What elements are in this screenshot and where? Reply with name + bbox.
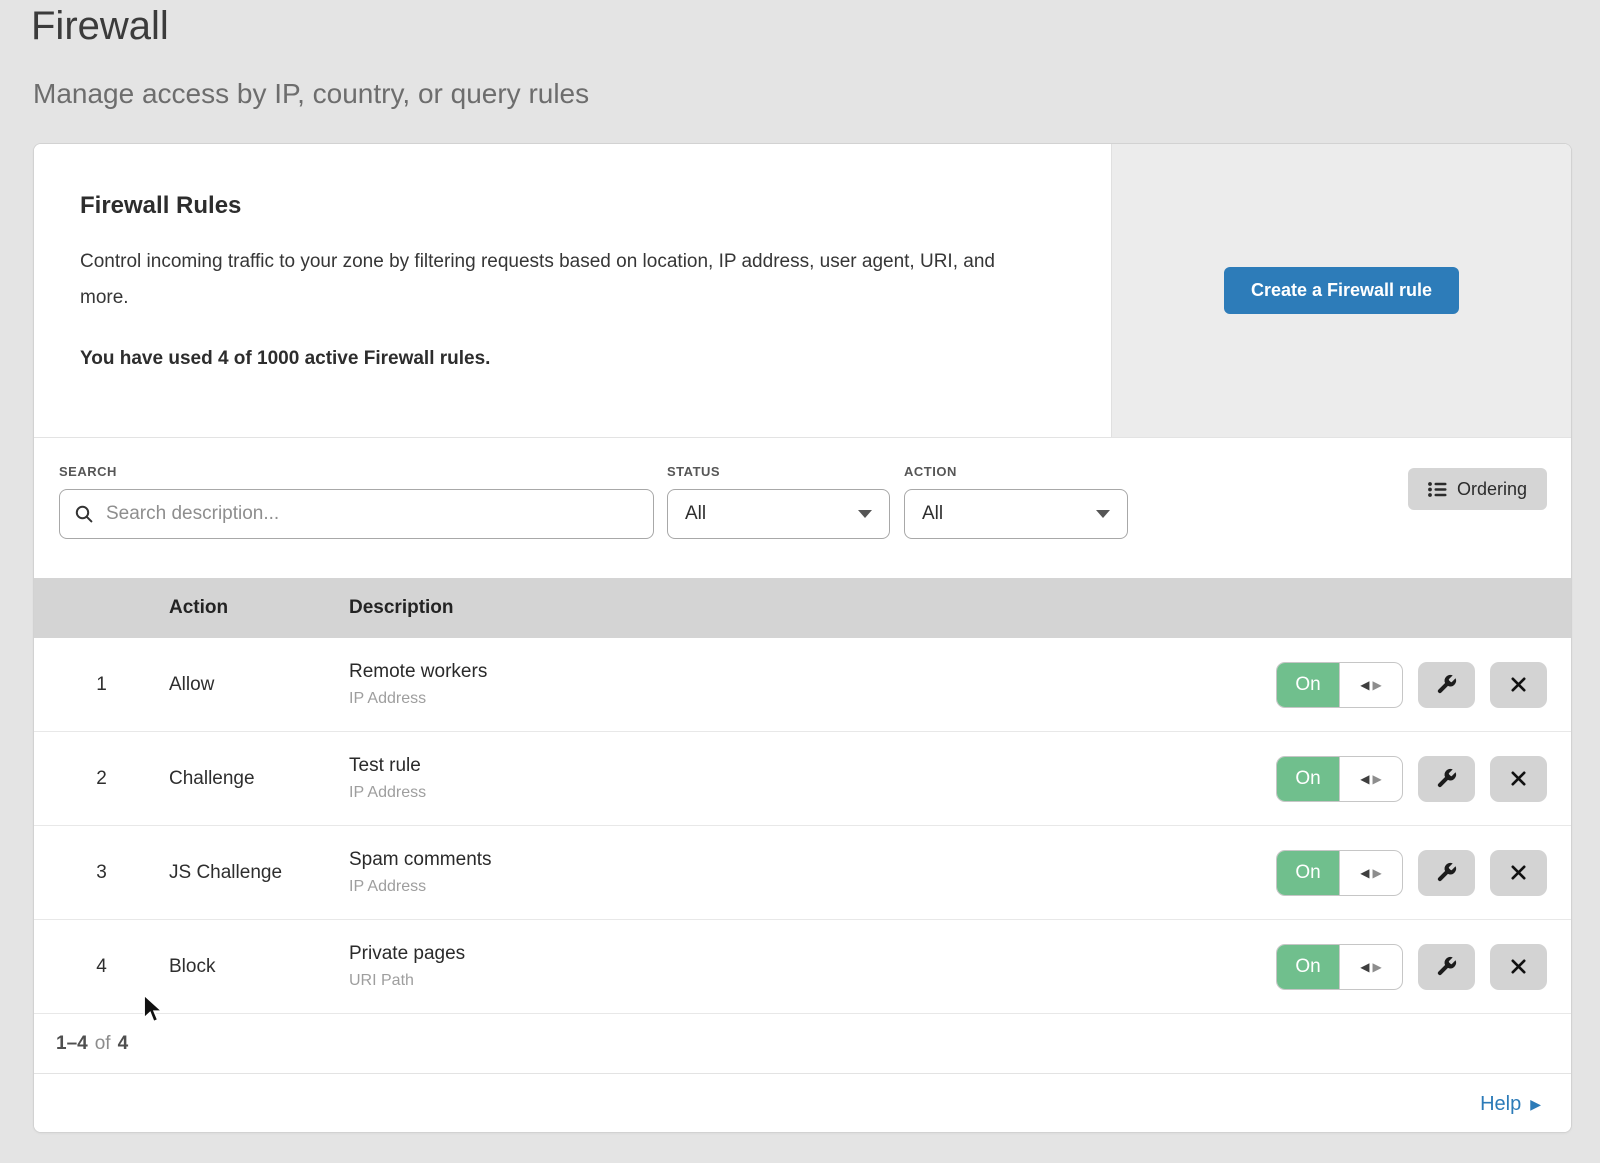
pagination-total: 4 [118,1033,129,1055]
page-title: Firewall [31,4,169,49]
page-subtitle: Manage access by IP, country, or query r… [33,78,589,110]
action-select[interactable]: All [904,489,1128,539]
wrench-icon [1435,861,1458,884]
create-firewall-rule-button[interactable]: Create a Firewall rule [1224,267,1459,314]
toggle-on-label: On [1277,663,1340,707]
rule-priority: 3 [34,862,169,884]
create-rule-panel: Create a Firewall rule [1111,144,1571,437]
search-input-wrap [59,489,654,539]
rule-match-type: URI Path [349,972,1276,990]
rule-action: Allow [169,674,349,696]
pagination-bar: 1–4 of 4 [34,1014,1571,1074]
x-icon [1509,675,1528,694]
rule-enabled-toggle[interactable]: On ◀▶ [1276,944,1403,990]
x-icon [1509,863,1528,882]
rule-controls: On ◀▶ [1276,662,1571,708]
rule-match-type: IP Address [349,690,1276,708]
rule-priority: 2 [34,768,169,790]
status-select[interactable]: All [667,489,890,539]
rule-description-cell: Test rule IP Address [349,755,1276,802]
x-icon [1509,769,1528,788]
chevron-down-icon [858,510,872,518]
search-icon [74,504,94,524]
pagination-of: of [95,1033,111,1055]
rule-enabled-toggle[interactable]: On ◀▶ [1276,756,1403,802]
rule-controls: On ◀▶ [1276,850,1571,896]
rule-description: Spam comments [349,849,1276,871]
rule-description: Private pages [349,943,1276,965]
section-heading: Firewall Rules [80,192,1080,220]
ordering-button[interactable]: Ordering [1408,468,1547,510]
delete-rule-button[interactable] [1490,944,1547,990]
chevron-down-icon [1096,510,1110,518]
table-row: 3 JS Challenge Spam comments IP Address … [34,826,1571,920]
search-filter: SEARCH [59,464,654,539]
usage-summary: You have used 4 of 1000 active Firewall … [80,348,1080,370]
rule-match-type: IP Address [349,784,1276,802]
column-header-action: Action [169,597,349,619]
help-bar: Help ▶ [34,1074,1571,1133]
rule-controls: On ◀▶ [1276,756,1571,802]
left-right-arrows-icon: ◀▶ [1340,663,1402,707]
help-link[interactable]: Help ▶ [1480,1093,1541,1116]
right-triangle-icon: ▶ [1530,1097,1541,1111]
firewall-rules-card: Firewall Rules Control incoming traffic … [33,143,1572,1133]
toggle-on-label: On [1277,851,1340,895]
wrench-icon [1435,955,1458,978]
left-right-arrows-icon: ◀▶ [1340,757,1402,801]
status-selected-value: All [685,503,706,525]
help-link-label: Help [1480,1093,1521,1116]
rule-priority: 1 [34,674,169,696]
rule-description-cell: Remote workers IP Address [349,661,1276,708]
overview-text: Firewall Rules Control incoming traffic … [80,192,1080,370]
toggle-on-label: On [1277,945,1340,989]
action-label: ACTION [904,464,1128,479]
rule-description-cell: Spam comments IP Address [349,849,1276,896]
rules-list: 1 Allow Remote workers IP Address On ◀▶ [34,638,1571,1014]
wrench-icon [1435,673,1458,696]
rule-description: Test rule [349,755,1276,777]
action-filter: ACTION All [904,464,1128,539]
ordering-button-label: Ordering [1457,479,1527,500]
rule-action: Challenge [169,768,349,790]
left-right-arrows-icon: ◀▶ [1340,851,1402,895]
status-label: STATUS [667,464,890,479]
delete-rule-button[interactable] [1490,850,1547,896]
overview-section: Firewall Rules Control incoming traffic … [34,144,1571,438]
table-row: 2 Challenge Test rule IP Address On ◀▶ [34,732,1571,826]
delete-rule-button[interactable] [1490,756,1547,802]
delete-rule-button[interactable] [1490,662,1547,708]
toggle-on-label: On [1277,757,1340,801]
table-header: Action Description [34,578,1571,638]
search-input[interactable] [104,502,639,526]
left-right-arrows-icon: ◀▶ [1340,945,1402,989]
edit-rule-button[interactable] [1418,756,1475,802]
table-row: 1 Allow Remote workers IP Address On ◀▶ [34,638,1571,732]
edit-rule-button[interactable] [1418,662,1475,708]
filters-section: SEARCH STATUS All ACTION All [34,438,1571,578]
status-filter: STATUS All [667,464,890,539]
edit-rule-button[interactable] [1418,944,1475,990]
ordered-list-icon [1428,481,1447,498]
rule-action: Block [169,956,349,978]
rule-priority: 4 [34,956,169,978]
column-header-description: Description [349,597,1571,619]
rule-controls: On ◀▶ [1276,944,1571,990]
rule-description: Remote workers [349,661,1276,683]
rule-match-type: IP Address [349,878,1276,896]
search-label: SEARCH [59,464,654,479]
edit-rule-button[interactable] [1418,850,1475,896]
table-row: 4 Block Private pages URI Path On ◀▶ [34,920,1571,1014]
section-description: Control incoming traffic to your zone by… [80,244,1025,316]
rule-enabled-toggle[interactable]: On ◀▶ [1276,850,1403,896]
x-icon [1509,957,1528,976]
action-selected-value: All [922,503,943,525]
rule-action: JS Challenge [169,862,349,884]
pagination-range: 1–4 [56,1033,88,1055]
wrench-icon [1435,767,1458,790]
rule-description-cell: Private pages URI Path [349,943,1276,990]
rule-enabled-toggle[interactable]: On ◀▶ [1276,662,1403,708]
